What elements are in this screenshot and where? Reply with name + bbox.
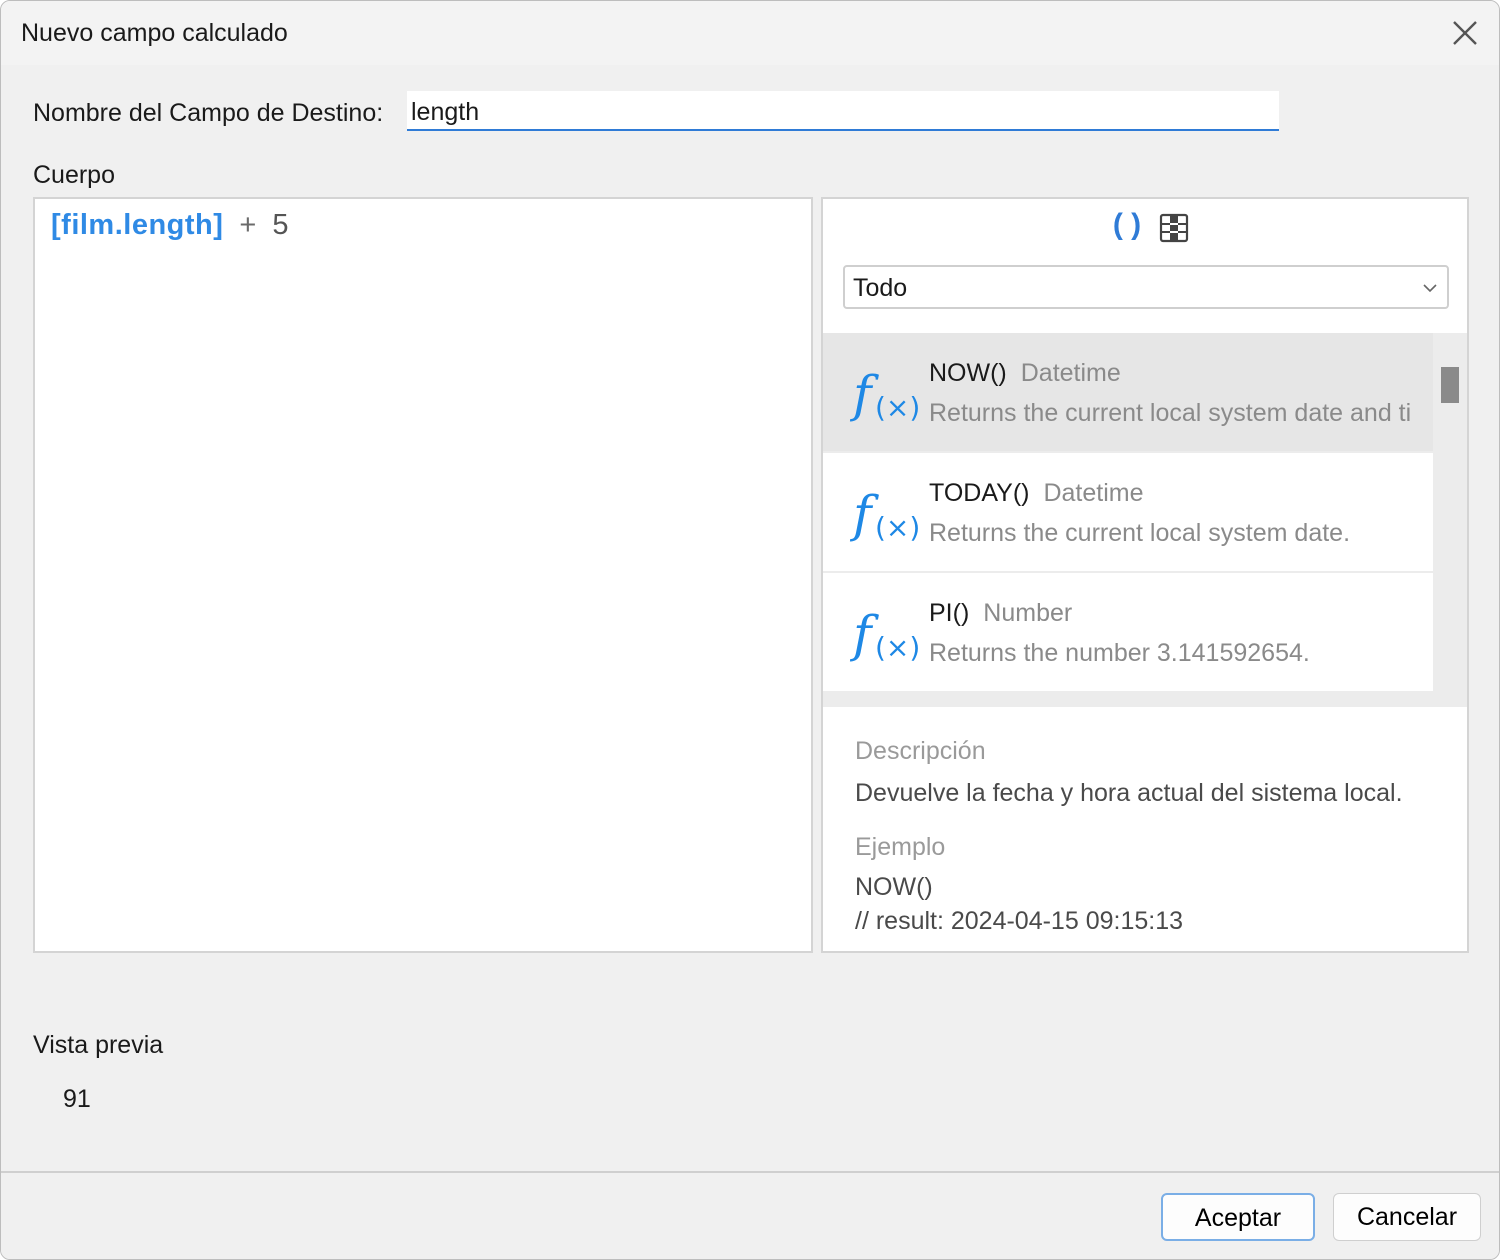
function-item-now[interactable]: f (×) NOW() Datetime Returns the current … xyxy=(823,333,1433,451)
preview-value: 91 xyxy=(63,1085,91,1113)
scrollbar-thumb[interactable] xyxy=(1441,367,1459,403)
function-summary: Returns the current local system date. xyxy=(929,519,1351,547)
function-signature: TODAY() Datetime xyxy=(929,479,1144,507)
operator-token: + xyxy=(239,209,257,241)
dialog-title: Nuevo campo calculado xyxy=(21,19,288,47)
title-bar: Nuevo campo calculado xyxy=(1,1,1499,65)
example-label: Ejemplo xyxy=(855,833,946,861)
function-signature: PI() Number xyxy=(929,599,1073,627)
example-code: NOW() xyxy=(855,873,933,901)
function-fx-icon: f (×) xyxy=(849,485,920,543)
description-label: Descripción xyxy=(855,737,986,765)
functions-tab-button[interactable]: ( ) xyxy=(1107,207,1147,247)
function-list[interactable]: f (×) NOW() Datetime Returns the current … xyxy=(823,333,1467,707)
function-fx-icon: f (×) xyxy=(849,365,920,423)
svg-text:(×): (×) xyxy=(875,391,920,423)
close-button[interactable] xyxy=(1443,11,1487,55)
function-signature: NOW() Datetime xyxy=(929,359,1121,387)
example-result: // result: 2024-04-15 09:15:13 xyxy=(855,907,1184,935)
fields-tab-button[interactable] xyxy=(1159,213,1189,243)
svg-text:(×): (×) xyxy=(875,511,920,543)
table-columns-icon xyxy=(1159,213,1189,243)
preview-label: Vista previa xyxy=(33,1031,164,1059)
parentheses-icon: ( ) xyxy=(1112,208,1142,241)
function-summary: Returns the current local system date an… xyxy=(929,399,1412,427)
expression-line: [film.length] +5 xyxy=(51,209,289,242)
function-fx-icon: f (×) xyxy=(849,605,920,663)
category-select-value: Todo xyxy=(853,274,908,302)
target-field-label: Nombre del Campo de Destino: xyxy=(33,99,384,127)
function-list-scrollbar[interactable] xyxy=(1433,333,1467,707)
accept-button[interactable]: Aceptar xyxy=(1161,1193,1315,1241)
function-item-pi[interactable]: f (×) PI() Number Returns the number 3.14… xyxy=(823,573,1433,691)
svg-text:(×): (×) xyxy=(875,631,920,663)
close-icon xyxy=(1453,21,1477,45)
number-token: 5 xyxy=(272,209,289,241)
body-label: Cuerpo xyxy=(33,161,115,189)
target-field-input[interactable] xyxy=(407,91,1279,131)
calculated-field-dialog: Nuevo campo calculado Nombre del Campo d… xyxy=(0,0,1500,1260)
function-panel: ( ) Todo f (×) NOW() Datetime Returns th… xyxy=(821,197,1469,953)
description-text: Devuelve la fecha y hora actual del sist… xyxy=(855,779,1403,807)
category-select[interactable]: Todo xyxy=(843,265,1449,309)
function-summary: Returns the number 3.141592654. xyxy=(929,639,1310,667)
chevron-down-icon xyxy=(1423,284,1437,293)
field-token[interactable]: [film.length] xyxy=(51,209,223,241)
cancel-button[interactable]: Cancelar xyxy=(1333,1193,1481,1241)
expression-editor[interactable]: [film.length] +5 xyxy=(33,197,813,953)
panel-toolbar: ( ) xyxy=(823,207,1467,247)
dialog-footer: Aceptar Cancelar xyxy=(1,1171,1499,1259)
function-item-today[interactable]: f (×) TODAY() Datetime Returns the curren… xyxy=(823,453,1433,571)
